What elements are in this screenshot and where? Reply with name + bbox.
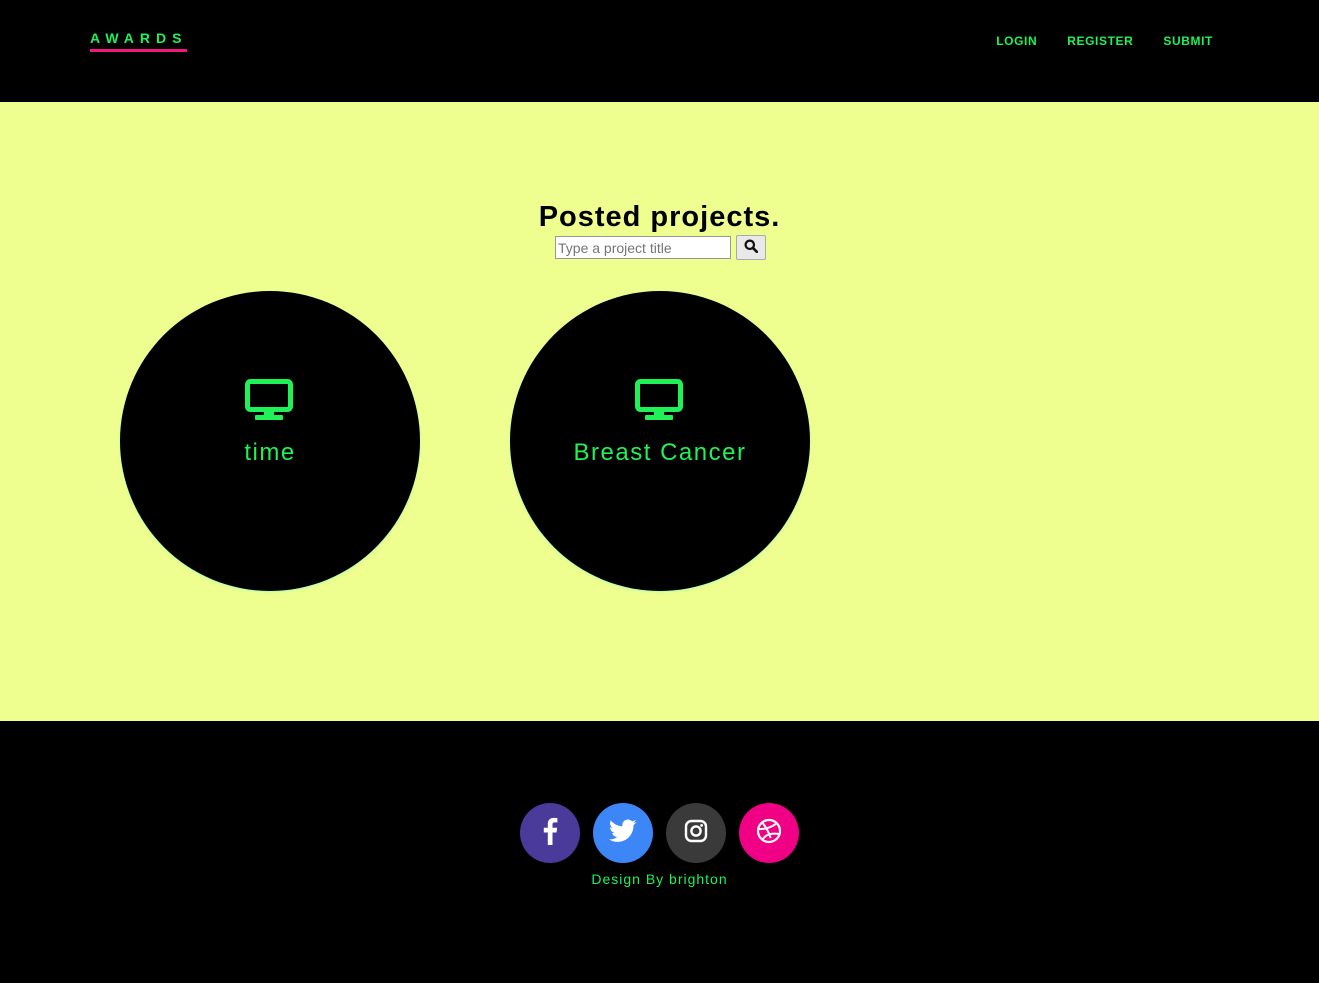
instagram-icon xyxy=(684,819,708,848)
project-card[interactable]: Breast Cancer xyxy=(510,291,810,591)
twitter-icon xyxy=(608,818,637,848)
page-title: Posted projects. xyxy=(538,201,781,233)
search-button[interactable] xyxy=(736,235,766,260)
twitter-link[interactable] xyxy=(593,803,653,863)
search-icon xyxy=(744,239,759,256)
footer-credit: Design By brighton xyxy=(591,871,728,887)
nav-login-link[interactable]: LOGIN xyxy=(996,34,1037,48)
desktop-icon xyxy=(635,379,683,427)
project-title: Breast Cancer xyxy=(573,439,747,466)
search-form xyxy=(555,235,766,260)
facebook-link[interactable] xyxy=(520,803,580,863)
search-input[interactable] xyxy=(555,236,731,259)
footer: Design By brighton xyxy=(0,721,1319,983)
dribbble-link[interactable] xyxy=(739,803,799,863)
brand-logo[interactable]: AWARDS xyxy=(90,30,188,52)
project-title: time xyxy=(244,439,296,466)
nav-register-link[interactable]: REGISTER xyxy=(1067,34,1133,48)
nav-submit-link[interactable]: SUBMIT xyxy=(1163,34,1213,48)
main-section: Posted projects. time xyxy=(0,102,1319,721)
social-links xyxy=(520,803,799,863)
nav-links: LOGIN REGISTER SUBMIT xyxy=(996,34,1213,48)
project-card[interactable]: time xyxy=(120,291,420,591)
desktop-icon xyxy=(245,379,293,427)
navbar: AWARDS LOGIN REGISTER SUBMIT xyxy=(0,0,1319,102)
dribbble-icon xyxy=(756,818,782,849)
facebook-icon xyxy=(542,817,558,850)
instagram-link[interactable] xyxy=(666,803,726,863)
